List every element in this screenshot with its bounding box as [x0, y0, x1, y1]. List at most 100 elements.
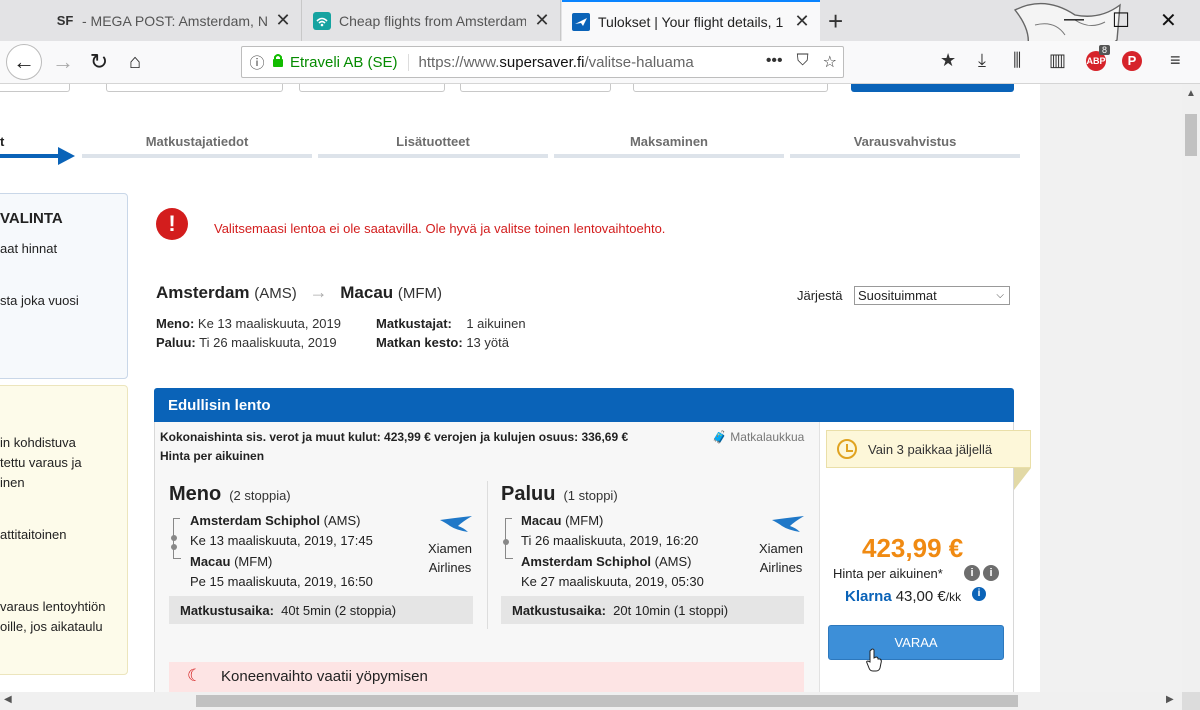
search-field[interactable] — [106, 84, 283, 92]
plane-favicon-icon — [572, 12, 590, 31]
outbound-destination: Macau (MFM) — [190, 554, 273, 569]
inbound-departure-time: Ti 26 maaliskuuta, 2019, 16:20 — [521, 533, 699, 548]
step-payment: Maksaminen — [629, 134, 709, 149]
book-button[interactable]: VARAA — [828, 625, 1004, 660]
offer-header: Edullisin lento — [154, 388, 1014, 422]
timeline-line — [505, 518, 506, 558]
bookmarks-star-icon[interactable]: ★ — [940, 50, 956, 71]
info-icon[interactable]: ⓘ — [242, 52, 272, 73]
browser-tab[interactable]: Cheap flights from Amsterdam ✕ — [303, 0, 561, 41]
reload-icon[interactable]: ↻ — [84, 47, 114, 77]
scrollbar-thumb[interactable] — [1185, 114, 1197, 156]
step-confirmation: Varausvahvistus — [853, 134, 957, 149]
info-icon[interactable]: i — [983, 565, 999, 581]
step-passengers: Matkustajatiedot — [145, 134, 249, 149]
browser-tab-active[interactable]: Tulokset | Your flight details, 1 ✕ — [562, 0, 820, 41]
scroll-up-icon: ▲ — [1186, 88, 1196, 99]
vertical-scrollbar[interactable]: ▲ — [1182, 84, 1200, 692]
inbound-duration: Matkustusaika: 20t 10min (1 stoppi) — [501, 596, 804, 624]
step-bar — [790, 154, 1020, 158]
sidebar-heading: VALINTA — [0, 210, 63, 227]
search-field[interactable] — [299, 84, 445, 92]
route-heading: Amsterdam (AMS) → Macau (MFM) — [156, 282, 443, 302]
browser-tab-bar: SF - MEGA POST: Amsterdam, Net ✕ Cheap f… — [0, 0, 1200, 62]
travellers: Matkustajat: 1 aikuinen — [376, 316, 526, 331]
moon-icon: ☾ — [187, 666, 203, 685]
inbound-arrival-time: Ke 27 maaliskuuta, 2019, 05:30 — [521, 574, 704, 589]
site-identity: Etraveli AB (SE) — [290, 53, 409, 71]
scrollbar-thumb[interactable] — [196, 695, 1018, 707]
sidebar-text: varaus lentoyhtiön — [0, 599, 106, 614]
search-field[interactable] — [633, 84, 828, 92]
close-tab-icon[interactable]: ✕ — [534, 10, 550, 31]
scroll-left-icon: ◀ — [4, 694, 12, 705]
xiamen-airlines-logo-icon — [772, 516, 804, 532]
pocket-icon[interactable]: ⛉ — [797, 52, 809, 72]
overnight-notice: ☾ Koneenvaihto vaatii yöpymisen — [169, 662, 804, 692]
step-active-bar — [0, 154, 60, 158]
step-arrow-icon — [58, 147, 75, 165]
inbound-title: Paluu (1 stoppi) — [501, 483, 618, 505]
hand-cursor-icon — [866, 648, 882, 672]
sidebar-text: aat hinnat — [0, 241, 58, 256]
sidebar-text: tettu varaus ja — [0, 455, 82, 470]
addon-badge: 8 — [1099, 45, 1111, 55]
step-bar — [82, 154, 312, 158]
stop-dot — [171, 544, 177, 550]
return-date: Paluu: Ti 26 maaliskuuta, 2019 — [156, 335, 337, 350]
url-text: https://www.supersaver.fi/valitse-haluam… — [418, 53, 694, 71]
timeline-tick — [505, 518, 512, 519]
timeline-tick — [505, 558, 513, 559]
search-button[interactable] — [851, 84, 1014, 92]
inbound-destination: Amsterdam Schiphol (AMS) — [521, 554, 692, 569]
stop-dot — [171, 535, 177, 541]
new-tab-icon[interactable]: + — [828, 6, 843, 37]
close-window-icon[interactable]: ✕ — [1160, 8, 1177, 33]
sidebar-text: oille, jos aikataulu — [0, 619, 103, 634]
bookmark-star-icon[interactable]: ☆ — [823, 52, 837, 72]
offer-price: 423,99 € — [862, 533, 964, 563]
sort-select[interactable]: Suosituimmat ⌵ — [854, 286, 1010, 305]
browser-tab[interactable]: SF - MEGA POST: Amsterdam, Net ✕ — [46, 0, 302, 41]
sidebar-icon[interactable]: ▥ — [1049, 50, 1066, 71]
search-field[interactable] — [460, 84, 611, 92]
home-icon[interactable]: ⌂ — [120, 47, 150, 77]
pinterest-icon[interactable]: P — [1122, 51, 1142, 71]
sidebar-text: sta joka vuosi — [0, 293, 79, 308]
outbound-duration: Matkustusaika: 40t 5min (2 stoppia) — [169, 596, 473, 624]
search-field[interactable] — [0, 84, 70, 92]
download-icon[interactable]: ⤓ — [978, 50, 986, 71]
alert-exclamation-icon: ! — [156, 208, 188, 240]
inbound-airline: Xiamen Airlines — [758, 541, 804, 575]
close-tab-icon[interactable]: ✕ — [794, 11, 810, 32]
sf-favicon-icon: SF — [56, 13, 74, 28]
menu-hamburger-icon[interactable]: ≡ — [1170, 50, 1181, 71]
alert-message: Valitsemaasi lentoa ei ole saatavilla. O… — [214, 221, 666, 236]
browser-nav-bar: ← → ↻ ⌂ ⓘ Etraveli AB (SE) https://www.s… — [0, 41, 1200, 84]
forward-arrow-icon[interactable]: → — [48, 47, 78, 77]
booking-progress: t Matkustajatiedot Lisätuotteet Maksamin… — [0, 134, 1030, 165]
step-bar — [554, 154, 784, 158]
outbound-departure-time: Ke 13 maaliskuuta, 2019, 17:45 — [190, 533, 373, 548]
outbound-arrival-time: Pe 15 maaliskuuta, 2019, 16:50 — [190, 574, 373, 589]
tab-title: - MEGA POST: Amsterdam, Net — [82, 12, 267, 29]
scrollbar-corner — [1182, 692, 1200, 710]
back-arrow-icon[interactable]: ← — [6, 44, 42, 80]
page-actions-icon[interactable]: ••• — [766, 52, 783, 72]
tab-title: Tulokset | Your flight details, 1 — [598, 13, 784, 30]
sidebar-text: inen — [0, 475, 25, 490]
close-tab-icon[interactable]: ✕ — [275, 10, 291, 31]
direction-divider — [487, 481, 488, 629]
inbound-origin: Macau (MFM) — [521, 513, 604, 528]
outbound-origin: Amsterdam Schiphol (AMS) — [190, 513, 361, 528]
minimize-icon[interactable]: — — [1064, 8, 1084, 31]
maximize-icon[interactable]: ☐ — [1112, 8, 1130, 33]
address-bar[interactable]: ⓘ Etraveli AB (SE) https://www.supersave… — [241, 46, 844, 78]
info-icon[interactable]: i — [964, 565, 980, 581]
horizontal-scrollbar[interactable]: ◀ ▶ — [0, 692, 1182, 710]
route-arrow-icon: → — [309, 282, 328, 302]
step-bar — [318, 154, 548, 158]
library-icon[interactable]: ⫼ — [1013, 50, 1021, 71]
klarna-info-icon[interactable]: i — [972, 587, 986, 601]
luggage-info[interactable]: 🧳 Matkalaukkua — [712, 430, 804, 444]
